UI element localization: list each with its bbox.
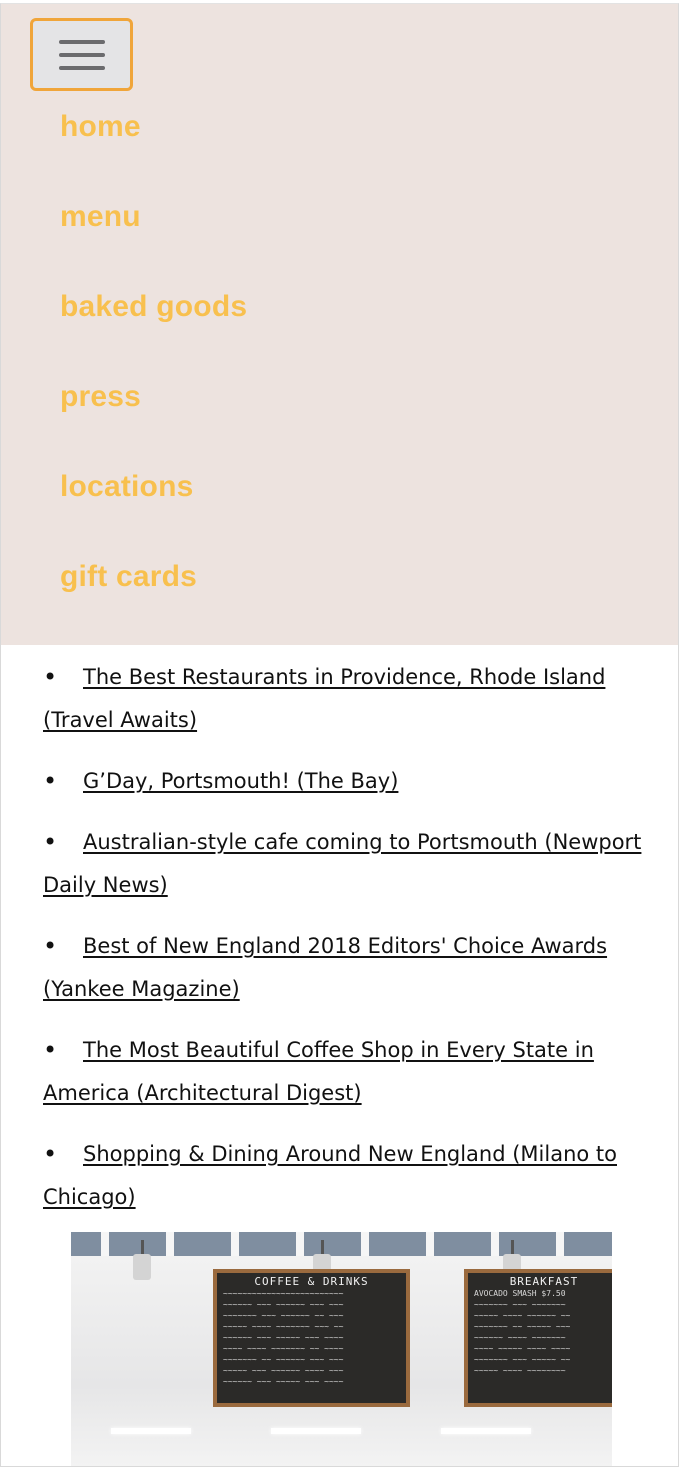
- mobile-nav-panel: home menu baked goods press locations gi…: [1, 4, 678, 645]
- press-link-text-line-1: Australian-style cafe coming to Portsmou…: [83, 830, 642, 854]
- menu-toggle-button[interactable]: [30, 18, 133, 91]
- nav-item-menu[interactable]: menu: [60, 194, 247, 284]
- bullet-icon: •: [43, 932, 58, 960]
- photo-menu-board-left: COFFEE & DRINKS ~~~~~~~~~~~~~~~~~~~~~~~~…: [213, 1269, 410, 1407]
- press-link-text-line-2: (Yankee Magazine): [43, 977, 240, 1001]
- photo-beam: [491, 1232, 499, 1258]
- nav-item-locations[interactable]: locations: [60, 464, 247, 554]
- photo-board-title: COFFEE & DRINKS: [254, 1275, 369, 1288]
- page-frame: home menu baked goods press locations gi…: [0, 3, 679, 1467]
- press-link-text-line-2: Chicago): [43, 1185, 136, 1209]
- press-link-text-line-1: The Most Beautiful Coffee Shop in Every …: [83, 1038, 594, 1062]
- photo-board-scribble: ~~~~ ~~~~ ~~~~~~~ ~~ ~~~~: [223, 1344, 344, 1353]
- nav-item-press[interactable]: press: [60, 374, 247, 464]
- press-link[interactable]: Australian-style cafe coming to Portsmou…: [43, 830, 643, 907]
- press-links-list: • The Best Restaurants in Providence, Rh…: [43, 656, 643, 1237]
- press-link[interactable]: The Best Restaurants in Providence, Rhod…: [43, 665, 643, 742]
- bullet-icon: •: [43, 1140, 58, 1168]
- photo-board-scribble: ~~~~~ ~~~ ~~~~~~ ~~~~ ~~~: [223, 1366, 344, 1375]
- list-item: • The Most Beautiful Coffee Shop in Ever…: [43, 1029, 643, 1115]
- nav-item-home[interactable]: home: [60, 104, 247, 194]
- press-link-text-line-2: (Travel Awaits): [43, 708, 198, 732]
- photo-board-scribble: ~~~~~~~ ~~~ ~~~~~~ ~~ ~~~: [223, 1311, 344, 1320]
- photo-board-scribble: ~~~~~~ ~~~~ ~~~~~~~: [474, 1333, 566, 1342]
- list-item: • Shopping & Dining Around New England (…: [43, 1133, 643, 1219]
- photo-board-scribble: ~~~~~ ~~~~ ~~~~~~~~: [474, 1366, 566, 1375]
- photo-board-scribble: ~~~~~~ ~~~ ~~~~~ ~~~ ~~~~: [223, 1333, 344, 1342]
- photo-board-title: BREAKFAST: [509, 1275, 579, 1288]
- photo-board-scribble: ~~~~ ~~~~~ ~~~~ ~~~~: [474, 1344, 571, 1353]
- photo-beam: [101, 1232, 109, 1258]
- photo-board-scribble: ~~~~~~~ ~~ ~~~~~~ ~~~ ~~~: [223, 1355, 344, 1364]
- photo-light-strip: [441, 1428, 531, 1434]
- photo-light-strip: [271, 1428, 361, 1434]
- press-link-text-line-2: America (Architectural Digest): [43, 1081, 362, 1105]
- photo-beam: [296, 1232, 304, 1258]
- photo-beam: [231, 1232, 239, 1258]
- hamburger-icon-bar-2: [58, 52, 105, 57]
- press-link-text-line-1: The Best Restaurants in Providence, Rhod…: [83, 665, 606, 689]
- press-link-text-line-1: Shopping & Dining Around New England (Mi…: [83, 1142, 617, 1166]
- photo-ceiling: [71, 1232, 612, 1256]
- press-link-text-line-2: Daily News): [43, 873, 168, 897]
- bullet-icon: •: [43, 767, 58, 795]
- nav-item-baked-goods[interactable]: baked goods: [60, 284, 247, 374]
- photo-board-scribble: ~~~~~~~ ~~~ ~~~~~ ~~: [474, 1355, 571, 1364]
- press-link-text-line-1: Best of New England 2018 Editors' Choice…: [83, 934, 608, 958]
- hamburger-icon-bar-3: [58, 65, 105, 70]
- photo-beam: [361, 1232, 369, 1258]
- photo-beam: [166, 1232, 174, 1258]
- photo-beam: [426, 1232, 434, 1258]
- photo-lamp: [133, 1254, 151, 1280]
- bullet-icon: •: [43, 1036, 58, 1064]
- press-link[interactable]: Shopping & Dining Around New England (Mi…: [43, 1142, 643, 1219]
- press-link-text-line-1: G’Day, Portsmouth! (The Bay): [83, 769, 399, 793]
- photo-board-scribble: ~~~~~~ ~~~ ~~~~~~ ~~~ ~~~: [223, 1300, 344, 1309]
- photo-light-strip: [111, 1428, 191, 1434]
- photo-beam: [556, 1232, 564, 1258]
- photo-board-scribble: ~~~~~~~ ~~ ~~~~~ ~~~: [474, 1322, 571, 1331]
- bullet-icon: •: [43, 663, 58, 691]
- photo-board-scribble: ~~~~~ ~~~~ ~~~~~~~ ~~~ ~~: [223, 1322, 344, 1331]
- cafe-menu-board-photo: COFFEE & DRINKS ~~~~~~~~~~~~~~~~~~~~~~~~…: [71, 1232, 612, 1466]
- press-link[interactable]: Best of New England 2018 Editors' Choice…: [43, 934, 643, 1011]
- press-link[interactable]: The Most Beautiful Coffee Shop in Every …: [43, 1038, 643, 1115]
- photo-menu-board-right: BREAKFAST AVOCADO SMASH $7.50 ~~~~~~~ ~~…: [464, 1269, 612, 1407]
- nav-item-gift-cards[interactable]: gift cards: [60, 554, 247, 644]
- bullet-icon: •: [43, 828, 58, 856]
- photo-board-subtitle: AVOCADO SMASH $7.50: [474, 1289, 566, 1298]
- photo-board-scribble: ~~~~~~~ ~~~ ~~~~~~~: [474, 1300, 566, 1309]
- list-item: • Best of New England 2018 Editors' Choi…: [43, 925, 643, 1011]
- list-item: • The Best Restaurants in Providence, Rh…: [43, 656, 643, 742]
- nav-menu: home menu baked goods press locations gi…: [60, 104, 247, 644]
- list-item: • Australian-style cafe coming to Portsm…: [43, 821, 643, 907]
- list-item: • G’Day, Portsmouth! (The Bay): [43, 760, 643, 803]
- photo-board-scribble: ~~~~~ ~~~~ ~~~~~~ ~~: [474, 1311, 571, 1320]
- photo-board-scribble: ~~~~~~~~~~~~~~~~~~~~~~~~~: [223, 1289, 344, 1298]
- photo-board-scribble: ~~~~~~ ~~~ ~~~~~ ~~~ ~~~~: [223, 1377, 344, 1386]
- press-link[interactable]: G’Day, Portsmouth! (The Bay): [83, 769, 398, 793]
- hamburger-icon-bar-1: [58, 39, 105, 44]
